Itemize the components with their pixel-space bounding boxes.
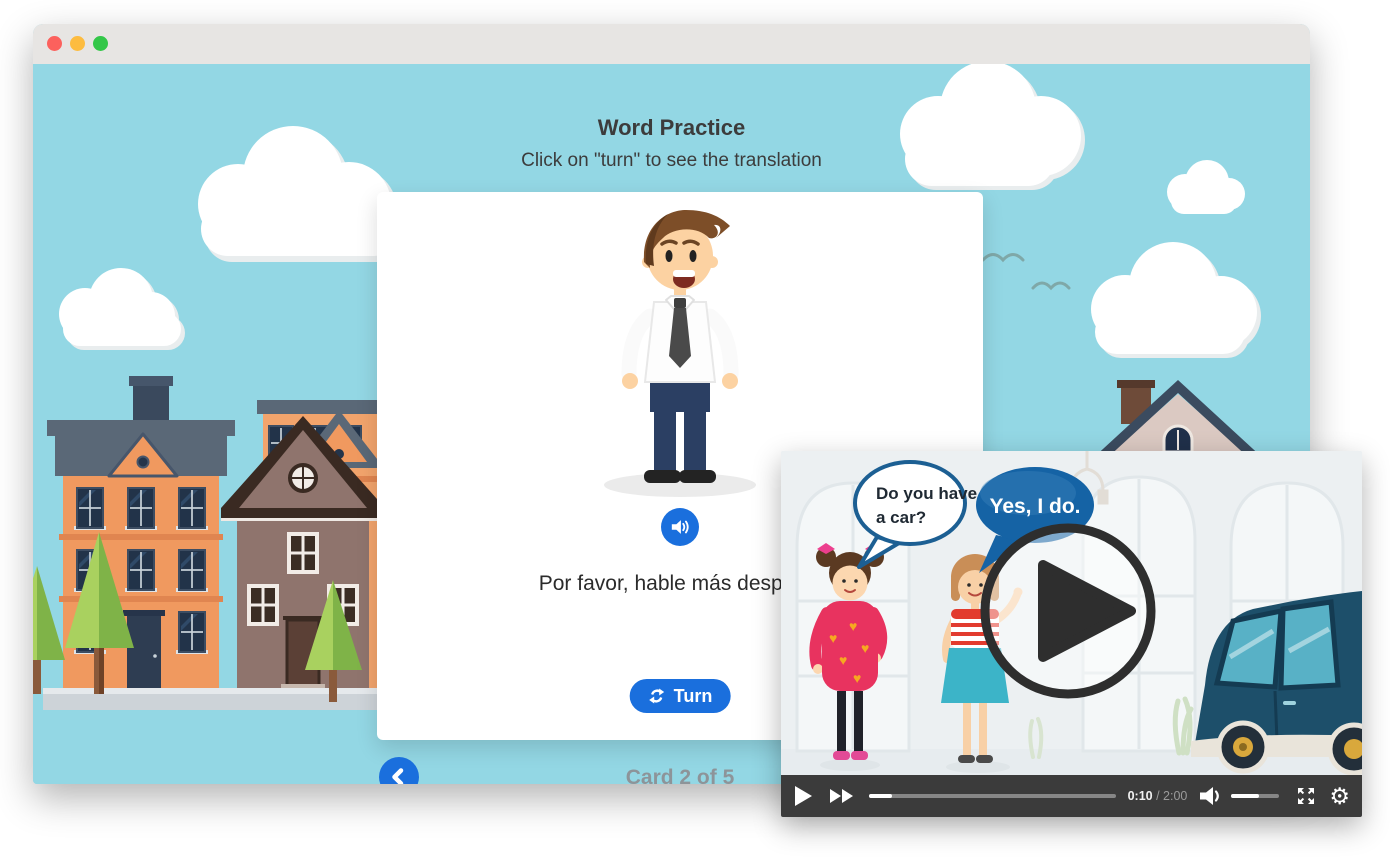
- play-icon: [793, 785, 813, 807]
- video-play-overlay[interactable]: [985, 528, 1151, 694]
- bubble-answer-text: Yes, I do.: [989, 495, 1080, 518]
- fast-forward-button[interactable]: [829, 788, 855, 804]
- time-separator: /: [1153, 789, 1163, 803]
- zoom-button[interactable]: [93, 36, 108, 51]
- video-player: ♥♥♥♥♥: [781, 451, 1362, 817]
- svg-text:♥: ♥: [849, 618, 857, 634]
- seek-bar-played: [869, 794, 892, 798]
- settings-gear-icon[interactable]: ⚙: [1329, 785, 1350, 808]
- window-titlebar: [33, 24, 1310, 64]
- fullscreen-button[interactable]: [1295, 785, 1317, 807]
- minimize-button[interactable]: [70, 36, 85, 51]
- cartoon-man-illustration: [570, 204, 790, 500]
- fast-forward-icon: [829, 788, 855, 804]
- close-button[interactable]: [47, 36, 62, 51]
- chevron-left-icon: [385, 763, 413, 784]
- svg-text:♥: ♥: [829, 630, 837, 646]
- volume-button[interactable]: [1199, 786, 1223, 806]
- traffic-lights: [47, 36, 108, 51]
- time-display: 0:10 / 2:00: [1128, 789, 1188, 803]
- turn-button[interactable]: Turn: [630, 679, 731, 713]
- bubble-question-line1: Do you have: [876, 484, 977, 503]
- audio-button[interactable]: [661, 508, 699, 546]
- time-current: 0:10: [1128, 789, 1153, 803]
- time-total: 2:00: [1163, 789, 1187, 803]
- svg-text:♥: ♥: [839, 652, 847, 668]
- svg-text:♥: ♥: [861, 640, 869, 656]
- play-button[interactable]: [793, 785, 813, 807]
- speaker-icon: [670, 517, 690, 537]
- volume-slider-fill: [1231, 794, 1259, 798]
- fullscreen-icon: [1295, 785, 1317, 807]
- turn-button-label: Turn: [674, 686, 713, 707]
- volume-slider[interactable]: [1231, 794, 1279, 798]
- video-controls-bar: 0:10 / 2:00 ⚙: [781, 775, 1362, 817]
- page: Word Practice Click on "turn" to see the…: [0, 0, 1390, 860]
- page-subtitle: Click on "turn" to see the translation: [33, 150, 1310, 172]
- page-title: Word Practice: [33, 115, 1310, 141]
- video-frame: ♥♥♥♥♥: [781, 451, 1362, 775]
- bubble-question-line2: a car?: [876, 508, 926, 527]
- svg-text:♥: ♥: [853, 670, 861, 686]
- refresh-icon: [648, 687, 666, 705]
- volume-icon: [1199, 786, 1223, 806]
- seek-bar[interactable]: [869, 794, 1116, 798]
